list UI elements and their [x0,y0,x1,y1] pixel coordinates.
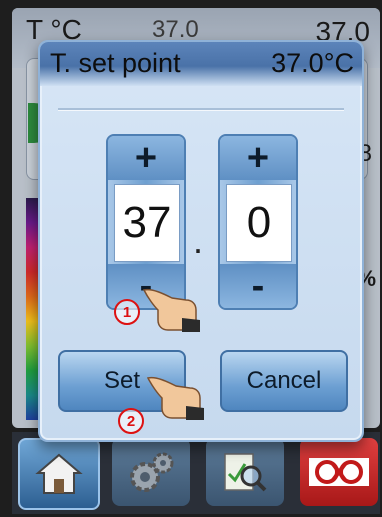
dialog-title: T. set point [50,48,181,78]
settings-icon [130,452,174,492]
decimal-decrement-button[interactable]: - [220,264,296,308]
analysis-button[interactable] [206,438,284,506]
integer-value: 37 [114,184,180,262]
pointing-hand-icon [142,288,200,332]
step-2-marker: 2 [118,408,144,434]
current-setpoint: 37.0°C [271,48,354,78]
pointing-hand-icon [146,376,204,420]
divider [58,108,344,110]
settings-button[interactable] [112,438,190,506]
brand-logo-button[interactable] [300,438,378,506]
decimal-increment-button[interactable]: + [220,136,296,180]
decimal-value: 0 [226,184,292,262]
step-1-marker: 1 [114,299,140,325]
decimal-spinner: + 0 - [218,134,298,310]
decimal-separator: . [193,220,204,261]
home-button[interactable] [18,438,100,510]
bottom-toolbar [12,432,380,514]
analysis-icon [224,453,267,492]
home-icon [35,453,83,494]
integer-increment-button[interactable]: + [108,136,184,180]
cancel-button[interactable]: Cancel [220,350,348,412]
brand-logo-icon [309,458,369,486]
dialog-title-bar: T. set point 37.0°C [40,42,362,86]
